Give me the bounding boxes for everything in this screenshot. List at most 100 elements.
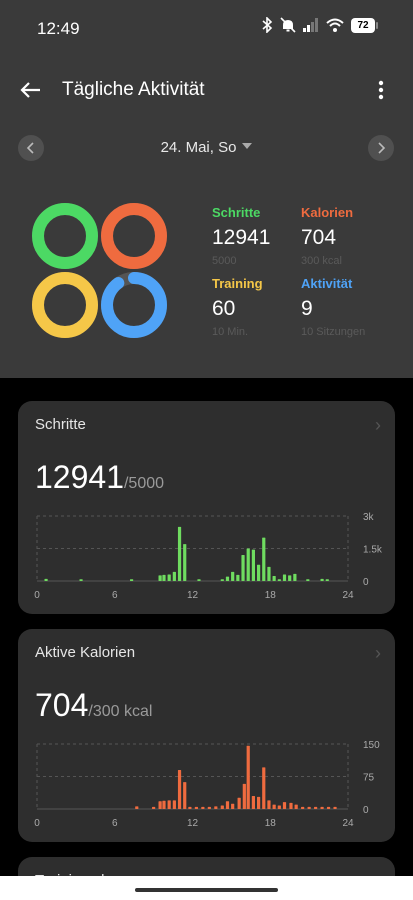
bar bbox=[207, 806, 211, 809]
bar bbox=[251, 796, 256, 809]
bar bbox=[167, 574, 171, 581]
ring-progress-activity bbox=[101, 272, 167, 338]
next-day-button[interactable] bbox=[368, 135, 394, 161]
bar bbox=[307, 806, 311, 809]
home-indicator[interactable] bbox=[135, 888, 278, 892]
bar bbox=[282, 574, 287, 581]
date-navigation: 24. Mai, So bbox=[0, 133, 413, 163]
calories-card-goal: /300 kcal bbox=[88, 703, 153, 720]
page-title: Tägliche Aktivität bbox=[62, 79, 205, 100]
chevron-right-icon: › bbox=[375, 415, 381, 435]
bar bbox=[277, 805, 281, 809]
bar bbox=[194, 806, 198, 809]
activity-stat: Aktivität 9 10 Sitzungen bbox=[301, 276, 365, 338]
steps-value: 12941 bbox=[212, 226, 271, 249]
bar bbox=[256, 796, 261, 809]
mute-icon bbox=[280, 17, 296, 33]
activity-rings bbox=[32, 203, 167, 338]
ring-progress-steps bbox=[32, 203, 98, 269]
ring-progress-training bbox=[32, 272, 98, 338]
bar bbox=[289, 802, 293, 809]
bar bbox=[167, 800, 171, 809]
bar bbox=[293, 573, 297, 581]
x-tick-label: 0 bbox=[34, 818, 40, 829]
bar bbox=[272, 576, 276, 581]
app-bar: Tägliche Aktivität bbox=[0, 66, 413, 114]
bar bbox=[183, 544, 187, 581]
bar bbox=[44, 578, 48, 581]
bar bbox=[326, 806, 331, 809]
steps-card[interactable]: Schritte › 12941/5000 3k 1.5k 0 0 6 12 18 24 bbox=[18, 401, 395, 614]
bar bbox=[325, 579, 329, 581]
bar bbox=[256, 564, 261, 581]
more-options-icon[interactable] bbox=[369, 78, 393, 102]
status-bar: 12:49 72 bbox=[0, 0, 413, 56]
bar bbox=[267, 566, 271, 581]
bar bbox=[225, 801, 230, 809]
ring-training bbox=[32, 272, 98, 338]
bar bbox=[237, 797, 241, 809]
calories-card-total: 704/300 kcal bbox=[35, 687, 152, 724]
bar bbox=[162, 574, 166, 581]
bluetooth-icon bbox=[262, 17, 273, 33]
training-label: Training bbox=[212, 276, 263, 291]
calories-card-value: 704 bbox=[35, 687, 89, 723]
calories-value: 704 bbox=[301, 226, 337, 249]
date-label: 24. Mai, So bbox=[160, 139, 237, 156]
x-tick-label: 6 bbox=[112, 818, 118, 829]
bar bbox=[246, 745, 250, 809]
bar bbox=[333, 806, 337, 809]
bar bbox=[177, 526, 182, 581]
bar bbox=[158, 575, 162, 581]
ring-progress-calories bbox=[101, 203, 167, 269]
bar bbox=[177, 770, 182, 809]
training-value: 60 bbox=[212, 297, 236, 320]
battery-icon: 72 bbox=[351, 17, 378, 33]
bar bbox=[129, 579, 134, 581]
bar bbox=[214, 806, 218, 809]
steps-hourly-chart: 3k 1.5k 0 0 6 12 18 24 bbox=[34, 512, 383, 601]
y-tick-label: 0 bbox=[363, 805, 369, 816]
bar bbox=[172, 800, 176, 809]
bar bbox=[162, 800, 166, 809]
calories-card[interactable]: Aktive Kalorien › 704/300 kcal 150 75 0 0 6 1… bbox=[18, 629, 395, 842]
x-tick-label: 24 bbox=[342, 590, 354, 601]
bar bbox=[267, 800, 271, 809]
y-tick-label: 0 bbox=[363, 577, 369, 588]
y-tick-label: 3k bbox=[363, 512, 375, 523]
bar bbox=[197, 579, 201, 581]
date-selector[interactable]: 24. Mai, So bbox=[0, 139, 413, 156]
back-arrow-icon[interactable] bbox=[18, 77, 44, 103]
bar bbox=[225, 576, 230, 581]
steps-card-title: Schritte bbox=[35, 416, 86, 433]
bar bbox=[241, 555, 245, 581]
caret-down-icon bbox=[242, 143, 253, 150]
bar bbox=[251, 549, 256, 581]
bar bbox=[262, 767, 266, 809]
bar bbox=[320, 578, 324, 581]
bar bbox=[183, 782, 187, 809]
calories-label: Kalorien bbox=[301, 205, 354, 220]
bar bbox=[135, 806, 139, 809]
bar bbox=[301, 806, 305, 809]
bar bbox=[79, 579, 83, 581]
bar bbox=[288, 575, 292, 581]
steps-label: Schritte bbox=[212, 205, 261, 220]
activity-label: Aktivität bbox=[301, 276, 353, 291]
y-tick-label: 75 bbox=[363, 773, 375, 784]
steps-card-goal: /5000 bbox=[123, 475, 165, 492]
bar bbox=[201, 806, 205, 809]
bar bbox=[236, 574, 240, 581]
x-tick-label: 18 bbox=[265, 818, 277, 829]
steps-card-total: 12941/5000 bbox=[35, 459, 164, 496]
bar bbox=[246, 548, 250, 581]
calories-stat: Kalorien 704 300 kcal bbox=[301, 205, 353, 267]
x-tick-label: 0 bbox=[34, 590, 40, 601]
bar bbox=[282, 802, 287, 809]
bar bbox=[262, 537, 266, 581]
x-tick-label: 6 bbox=[112, 590, 118, 601]
chevron-right-icon: › bbox=[375, 643, 381, 663]
gesture-bar bbox=[0, 876, 413, 900]
calories-goal: 300 kcal bbox=[301, 255, 342, 267]
bar bbox=[158, 801, 162, 809]
